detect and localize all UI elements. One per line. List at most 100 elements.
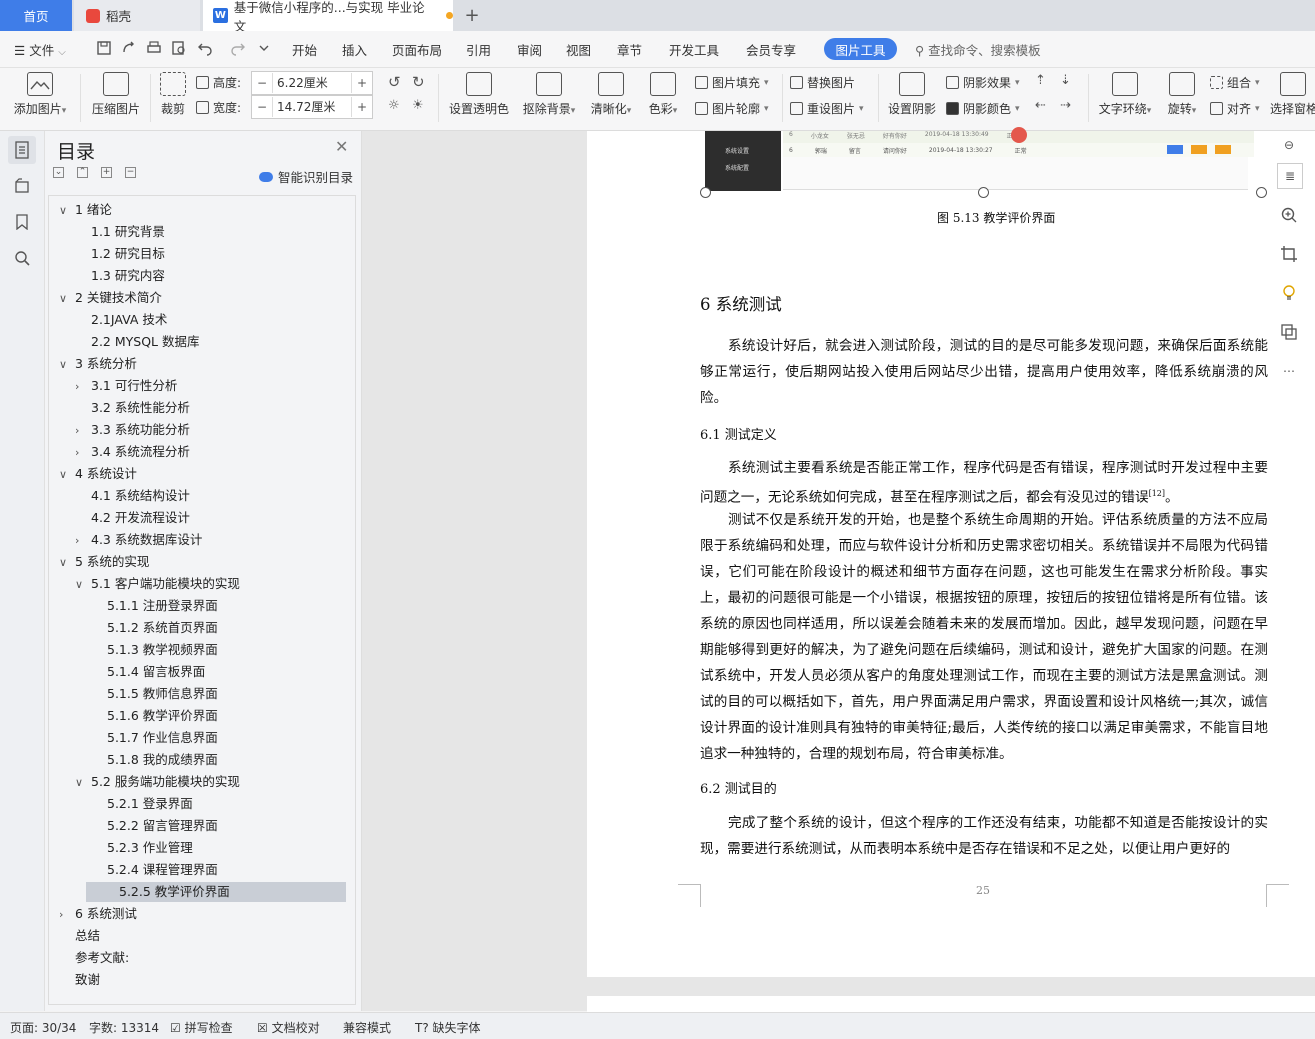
toc-item[interactable]: › 3.3 系统功能分析 [49, 420, 190, 440]
set-transparent-button[interactable]: 设置透明色 [446, 68, 512, 117]
collapse-icon[interactable]: ⊖ [1277, 133, 1301, 157]
bookmark-icon[interactable] [8, 208, 36, 236]
width-increment-button[interactable]: + [352, 100, 372, 114]
toc-item[interactable]: 总结 [49, 926, 100, 946]
menu-references[interactable]: 引用 [466, 40, 491, 59]
resize-handle-bottom-left[interactable] [700, 187, 711, 198]
height-value[interactable]: 6.22厘米 [272, 73, 352, 93]
toc-item[interactable]: 2.1JAVA 技术 [49, 310, 167, 330]
embedded-image-table[interactable]: 6 小龙女 张无忌 好有你好 2019-04-18 13:30:49 正常 6 … [783, 127, 1254, 190]
save-icon[interactable] [96, 40, 112, 56]
toc-item[interactable]: 4.1 系统结构设计 [49, 486, 190, 506]
rotate-button[interactable]: 旋转▾ [1162, 68, 1202, 117]
smart-recognize-toc-button[interactable]: 智能识别目录 [259, 167, 353, 186]
toc-item[interactable]: 1.3 研究内容 [49, 266, 165, 286]
height-increment-button[interactable]: + [352, 76, 372, 90]
toc-item[interactable]: 1.1 研究背景 [49, 222, 165, 242]
shadow-effect-button[interactable]: 阴影效果 ▾ [946, 74, 1020, 91]
more-icon[interactable]: ⋯ [1277, 359, 1301, 383]
add-heading-icon[interactable]: + [101, 167, 112, 178]
rotate-left-icon[interactable]: ↺ [388, 73, 401, 91]
toc-item[interactable]: 5.2.5 教学评价界面 [86, 882, 346, 902]
toc-item[interactable]: ∨ 5.1 客户端功能模块的实现 [49, 574, 240, 594]
page-indicator[interactable]: 页面: 30/34 [10, 1019, 76, 1036]
toc-item[interactable]: 5.1.4 留言板界面 [49, 662, 205, 682]
height-decrement-button[interactable]: − [252, 76, 272, 90]
chevron-down-icon[interactable]: ∨ [59, 201, 73, 221]
group-button[interactable]: 组合 ▾ [1210, 74, 1260, 91]
replace-image-button[interactable]: 替换图片 [790, 74, 855, 91]
tab-document[interactable]: W 基于微信小程序的...与实现 毕业论文 [203, 0, 453, 34]
width-stepper[interactable]: − 14.72厘米 + [251, 95, 373, 119]
shadow-left-icon[interactable]: ⇠ [1035, 98, 1046, 113]
toc-item[interactable]: 致谢 [49, 970, 100, 990]
menu-developer[interactable]: 开发工具 [669, 40, 719, 59]
tab-daoke[interactable]: 稻壳 [74, 0, 200, 31]
doc-proofread-toggle[interactable]: ☒ 文档校对 [257, 1019, 320, 1036]
toc-item[interactable]: 2.2 MYSQL 数据库 [49, 332, 199, 352]
toc-item[interactable]: 5.1.3 教学视频界面 [49, 640, 218, 660]
toc-item[interactable]: › 3.1 可行性分析 [49, 376, 177, 396]
image-translate-icon[interactable] [1277, 320, 1301, 344]
selection-pane-button[interactable]: 选择窗格 [1270, 68, 1315, 117]
chevron-right-icon[interactable]: › [75, 421, 89, 441]
width-decrement-button[interactable]: − [252, 100, 272, 114]
tab-picture-tools[interactable]: 图片工具 [824, 38, 897, 60]
menu-member[interactable]: 会员专享 [746, 40, 796, 59]
chevron-right-icon[interactable]: › [75, 531, 89, 551]
toc-item[interactable]: 5.1.1 注册登录界面 [49, 596, 218, 616]
layout-options-icon[interactable]: ≣ [1277, 163, 1303, 189]
collapse-all-icon[interactable]: ⌄ [53, 167, 64, 178]
toc-item[interactable]: 5.2.3 作业管理 [49, 838, 193, 858]
toc-item[interactable]: ∨ 4 系统设计 [49, 464, 137, 484]
undo-icon[interactable] [197, 40, 213, 56]
sharpen-button[interactable]: 清晰化▾ [586, 68, 636, 117]
crop-button[interactable]: 裁剪 [156, 68, 190, 117]
missing-font-button[interactable]: T? 缺失字体 [415, 1019, 481, 1036]
toc-item[interactable]: 参考文献: [49, 948, 129, 968]
chevron-down-icon[interactable]: ∨ [75, 575, 89, 595]
rotate-right-icon[interactable]: ↻ [412, 73, 425, 91]
toc-item[interactable]: ∨ 5 系统的实现 [49, 552, 149, 572]
chevron-right-icon[interactable]: › [59, 905, 73, 925]
chevron-down-icon[interactable]: ∨ [59, 465, 73, 485]
toc-item[interactable]: ∨ 1 绪论 [49, 200, 112, 220]
width-value[interactable]: 14.72厘米 [272, 97, 352, 117]
text-wrap-button[interactable]: 文字环绕▾ [1094, 68, 1156, 117]
brightness-down-icon[interactable]: ☼ [388, 98, 400, 113]
print-preview-icon[interactable] [171, 40, 187, 56]
toc-item[interactable]: › 6 系统测试 [49, 904, 137, 924]
toc-item[interactable]: › 3.4 系统流程分析 [49, 442, 190, 462]
menu-review[interactable]: 审阅 [517, 40, 542, 59]
toc-item[interactable]: 1.2 研究目标 [49, 244, 165, 264]
resize-handle-bottom-right[interactable] [1256, 187, 1267, 198]
shadow-color-button[interactable]: 阴影颜色 ▾ [946, 100, 1020, 117]
shadow-down-icon[interactable]: ⇣ [1060, 73, 1071, 88]
new-tab-button[interactable]: + [460, 0, 484, 31]
chapter-nav-icon[interactable] [8, 172, 36, 200]
menu-start[interactable]: 开始 [292, 40, 317, 59]
command-search[interactable]: ⚲ 查找命令、搜索模板 [915, 40, 1041, 59]
toc-item[interactable]: 3.2 系统性能分析 [49, 398, 190, 418]
compat-mode[interactable]: 兼容模式 [343, 1019, 391, 1036]
toc-item[interactable]: 5.1.2 系统首页界面 [49, 618, 218, 638]
image-fill-button[interactable]: 图片填充 ▾ [695, 74, 769, 91]
image-outline-button[interactable]: 图片轮廓 ▾ [695, 100, 769, 117]
remove-background-button[interactable]: 抠除背景▾ [518, 68, 580, 117]
tab-home[interactable]: 首页 [0, 0, 72, 31]
toc-item[interactable]: ∨ 5.2 服务端功能模块的实现 [49, 772, 240, 792]
toc-item[interactable]: 5.1.6 教学评价界面 [49, 706, 218, 726]
spell-check-toggle[interactable]: ☑ 拼写检查 [170, 1019, 233, 1036]
toc-item[interactable]: 5.2.1 登录界面 [49, 794, 193, 814]
menu-page-layout[interactable]: 页面布局 [392, 40, 442, 59]
crop-tool-icon[interactable] [1277, 242, 1301, 266]
toc-item[interactable]: 5.1.7 作业信息界面 [49, 728, 218, 748]
redo-icon[interactable] [230, 40, 246, 56]
shadow-up-icon[interactable]: ⇡ [1035, 73, 1046, 88]
chevron-down-icon[interactable]: ∨ [59, 355, 73, 375]
chevron-down-icon[interactable]: ∨ [75, 773, 89, 793]
add-image-button[interactable]: 添加图片▾ [8, 68, 72, 117]
remove-heading-icon[interactable]: − [125, 167, 136, 178]
chevron-right-icon[interactable]: › [75, 443, 89, 463]
file-menu[interactable]: ☰ 文件 ⌵ [14, 40, 66, 59]
